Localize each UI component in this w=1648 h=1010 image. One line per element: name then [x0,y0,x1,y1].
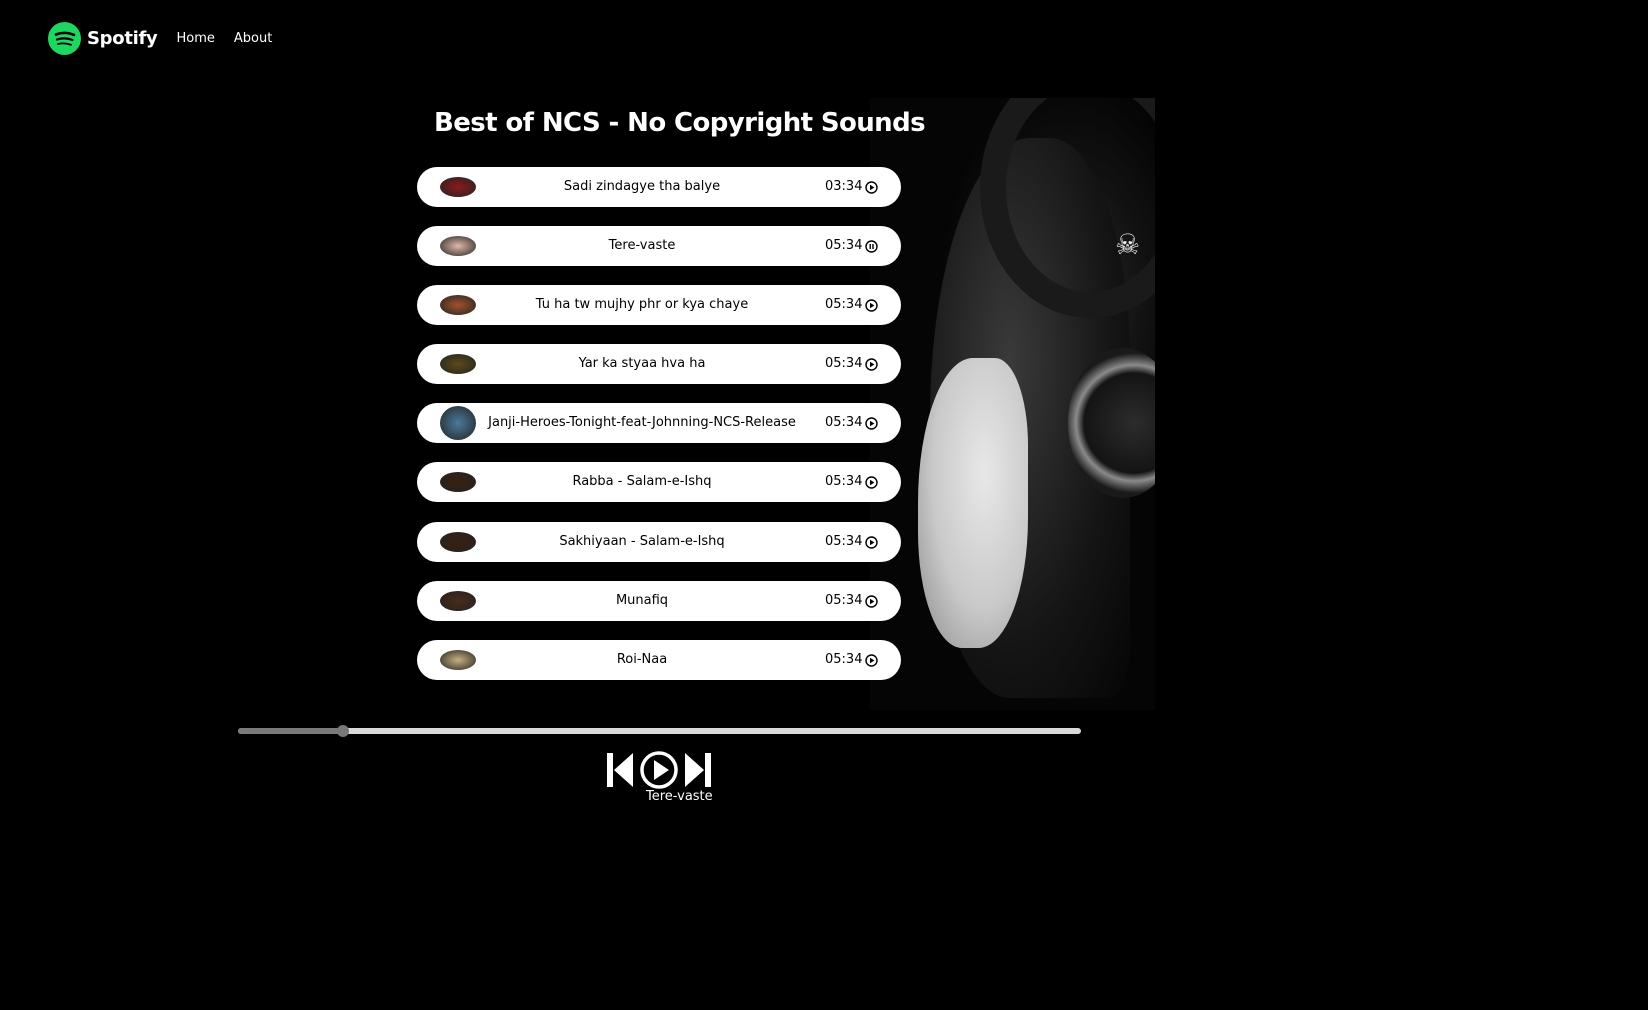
song-name: Janji-Heroes-Tonight-feat-Johnning-NCS-R… [488,415,796,430]
song-name: Yar ka styaa hva ha [578,356,706,371]
player-controls [605,750,713,790]
song-item[interactable]: Yar ka styaa hva ha 05:34 [417,344,901,384]
song-duration: 05:34 [825,581,879,621]
next-icon[interactable] [683,751,713,789]
progress-knob[interactable] [337,725,350,737]
song-name: Roi-Naa [616,652,668,667]
song-thumbnail [440,650,476,670]
song-thumbnail [440,354,476,374]
song-thumbnail [440,295,476,315]
song-item[interactable]: Roi-Naa 05:34 [417,640,901,680]
song-duration-text: 05:34 [825,238,863,253]
play-circle-icon[interactable] [865,416,879,430]
song-item[interactable]: Rabba - Salam-e-Ishq 05:34 [417,462,901,502]
song-thumbnail [440,406,476,440]
song-duration-text: 05:34 [825,534,863,549]
song-duration: 05:34 [825,640,879,680]
song-duration: 03:34 [825,167,879,207]
song-duration: 05:34 [825,285,879,325]
skull-logo-icon: ☠ [1115,228,1141,261]
song-duration-text: 05:34 [825,474,863,489]
play-circle-icon[interactable] [865,298,879,312]
song-duration-text: 05:34 [825,297,863,312]
play-circle-icon[interactable] [865,357,879,371]
progress-fill [238,728,344,734]
navbar: Spotify Home About [48,21,272,55]
nav-link-about[interactable]: About [234,31,272,46]
face-shape [918,358,1028,648]
song-duration: 05:34 [825,462,879,502]
song-item[interactable]: Tere-vaste 05:34 [417,226,901,266]
song-thumbnail [440,532,476,552]
song-duration-text: 05:34 [825,356,863,371]
song-name: Sakhiyaan - Salam-e-Ishq [559,534,725,549]
play-icon[interactable] [639,750,679,790]
play-circle-icon[interactable] [865,475,879,489]
play-circle-icon[interactable] [865,180,879,194]
pause-icon[interactable] [865,239,879,253]
spotify-logo-icon[interactable] [48,21,81,55]
song-name: Rabba - Salam-e-Ishq [572,474,712,489]
song-thumbnail [440,472,476,492]
song-item[interactable]: Janji-Heroes-Tonight-feat-Johnning-NCS-R… [417,403,901,443]
now-playing-title: Tere-vaste [646,789,713,804]
nav-link-home[interactable]: Home [176,31,214,46]
song-name: Sadi zindagye tha balye [563,179,721,194]
song-thumbnail [440,591,476,611]
song-name: Tere-vaste [608,238,676,253]
song-thumbnail [440,177,476,197]
previous-icon[interactable] [605,751,635,789]
song-duration-text: 05:34 [825,415,863,430]
song-name: Munafiq [615,593,669,608]
song-duration-text: 05:34 [825,593,863,608]
song-duration-text: 03:34 [825,179,863,194]
song-thumbnail [440,236,476,256]
song-duration: 05:34 [825,344,879,384]
play-circle-icon[interactable] [865,594,879,608]
song-item[interactable]: Sakhiyaan - Salam-e-Ishq 05:34 [417,522,901,562]
headphones-woman-image: ☠ [870,98,1155,710]
song-duration: 05:34 [825,226,879,266]
song-item[interactable]: Sadi zindagye tha balye 03:34 [417,167,901,207]
play-circle-icon[interactable] [865,653,879,667]
playlist-title: Best of NCS - No Copyright Sounds [434,108,926,138]
song-name: Tu ha tw mujhy phr or kya chaye [535,297,749,312]
song-item[interactable]: Tu ha tw mujhy phr or kya chaye 05:34 [417,285,901,325]
song-duration-text: 05:34 [825,652,863,667]
song-duration: 05:34 [825,403,879,443]
song-item[interactable]: Munafiq 05:34 [417,581,901,621]
brand-name[interactable]: Spotify [87,28,158,49]
play-circle-icon[interactable] [865,535,879,549]
progress-bar[interactable] [238,725,1081,737]
song-duration: 05:34 [825,522,879,562]
